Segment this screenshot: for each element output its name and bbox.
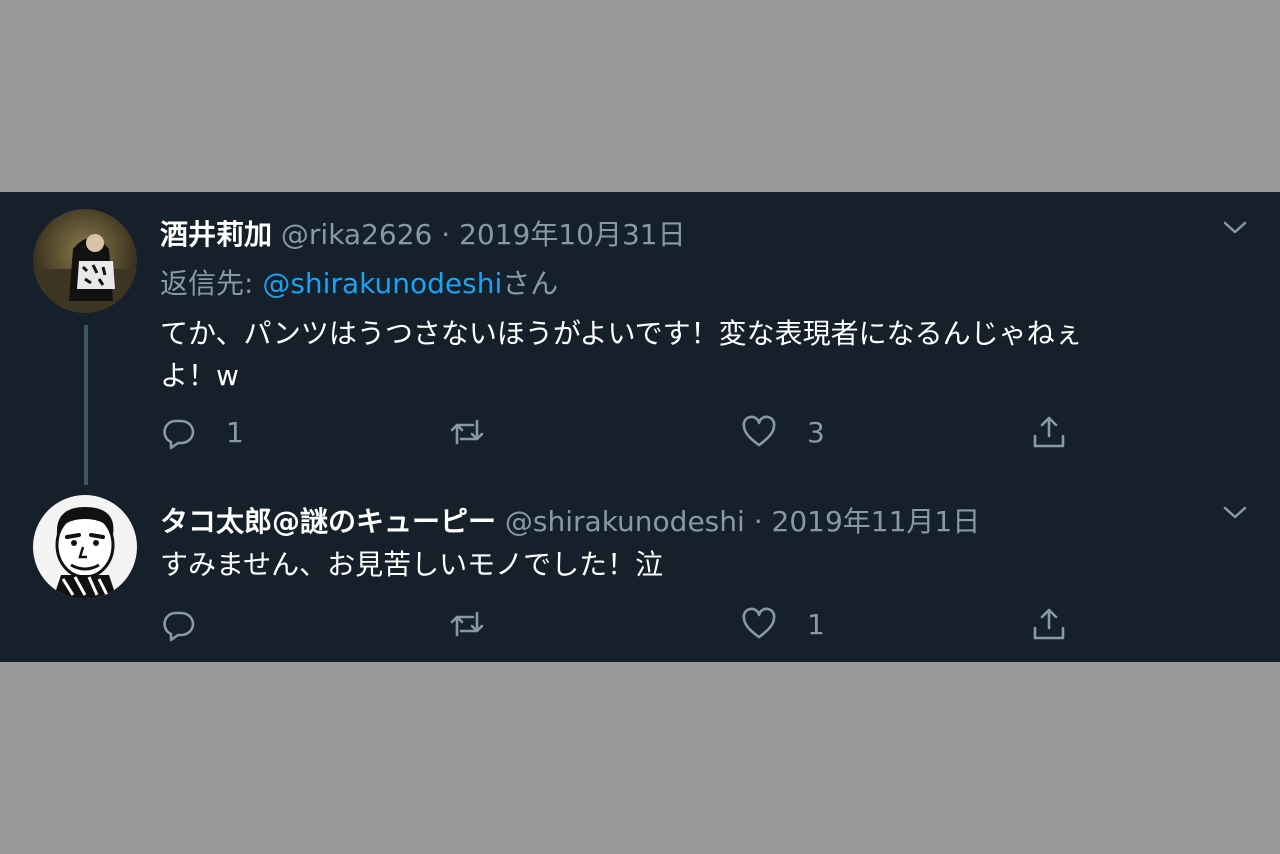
like-icon <box>742 607 776 639</box>
share-icon <box>1033 416 1065 448</box>
like-count: 1 <box>807 607 825 641</box>
user-avatar-photo-icon <box>33 209 137 313</box>
handle[interactable]: @rika2626 <box>281 218 432 251</box>
share-button[interactable] <box>1031 604 1067 644</box>
chevron-down-icon[interactable] <box>1222 505 1248 521</box>
like-button[interactable]: 1 <box>741 604 825 644</box>
separator: · <box>441 218 451 251</box>
tweet-text: すみません、お見苦しいモノでした！泣 <box>160 548 664 581</box>
reply-prefix: 返信先: <box>160 267 263 300</box>
avatar[interactable] <box>33 209 137 313</box>
chevron-down-icon[interactable] <box>1222 220 1248 236</box>
tweet-text: てか、パンツはうつさないほうがよいです！変な表現者になるんじゃねぇ <box>160 317 1083 350</box>
reply-to-link[interactable]: @shirakunodeshi <box>262 267 502 300</box>
cartoon-face-avatar-icon <box>33 495 137 599</box>
thread-connector-line <box>84 325 88 485</box>
reply-button[interactable] <box>160 604 226 644</box>
display-name[interactable]: タコ太郎@謎のキューピー <box>160 505 496 538</box>
tweet-header: 酒井莉加 @rika2626 · 2019年10月31日 <box>160 213 686 253</box>
tweet-text: よ！w <box>160 359 239 392</box>
retweet-icon <box>450 611 484 637</box>
reply-suffix: さん <box>502 267 559 300</box>
separator: · <box>753 505 763 538</box>
tweet-date[interactable]: 2019年10月31日 <box>459 218 686 251</box>
tweet-date[interactable]: 2019年11月1日 <box>772 505 981 538</box>
like-icon <box>742 415 776 447</box>
reply-icon <box>163 611 195 642</box>
like-count: 3 <box>807 415 825 449</box>
retweet-button[interactable] <box>449 412 515 452</box>
reply-button[interactable]: 1 <box>160 412 244 452</box>
retweet-icon <box>450 419 484 445</box>
tweet-header: タコ太郎@謎のキューピー @shirakunodeshi · 2019年11月1… <box>160 500 980 540</box>
like-button[interactable]: 3 <box>741 412 825 452</box>
share-icon <box>1033 608 1065 640</box>
share-button[interactable] <box>1031 412 1067 452</box>
retweet-button[interactable] <box>449 604 515 644</box>
reply-context: 返信先: @shirakunodeshiさん <box>160 262 558 302</box>
reply-icon <box>163 419 195 450</box>
reply-count: 1 <box>226 415 244 449</box>
avatar[interactable] <box>33 495 137 599</box>
display-name[interactable]: 酒井莉加 <box>160 218 272 251</box>
handle[interactable]: @shirakunodeshi <box>505 505 745 538</box>
